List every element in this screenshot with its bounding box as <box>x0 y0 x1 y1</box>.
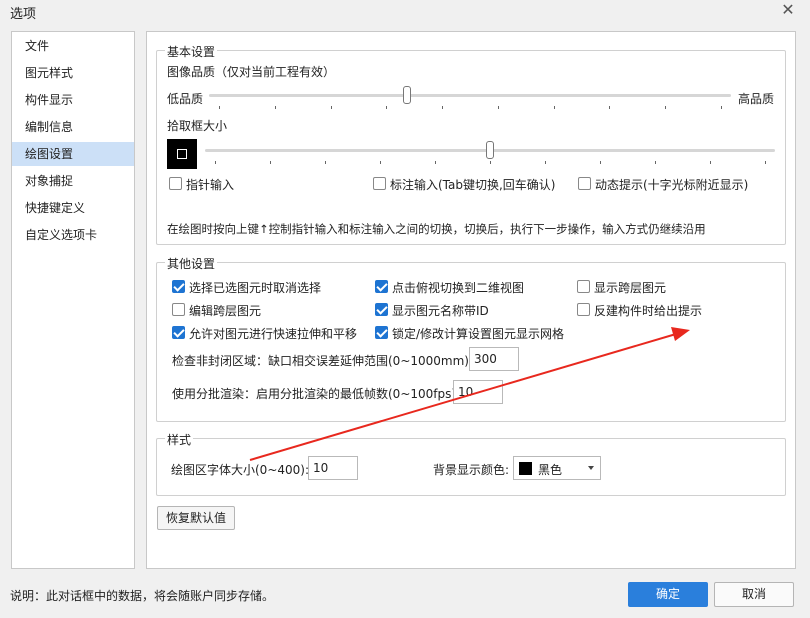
deselect-selected-label: 选择已选图元时取消选择 <box>189 281 322 295</box>
quick-stretch-label: 允许对图元进行快速拉伸和平移 <box>189 327 358 341</box>
slider-tick <box>490 161 491 164</box>
pick-box-slider-thumb[interactable] <box>486 141 494 159</box>
slider-tick <box>545 161 546 164</box>
batch-render-label: 使用分批渲染：启用分批渲染的最低帧数(0~100fps): <box>172 387 461 401</box>
style-legend: 样式 <box>165 431 194 448</box>
slider-tick <box>609 106 611 109</box>
ok-button[interactable]: 确定 <box>628 582 708 607</box>
lock-grid-checkbox[interactable] <box>375 326 388 339</box>
basic-settings-group: 基本设置 图像品质（仅对当前工程有效） 低品质 高品质 拾取框大小 指针输入 标… <box>156 43 786 245</box>
nav-item-drawing-settings[interactable]: 绘图设置 <box>12 142 134 166</box>
font-size-input[interactable]: 10 <box>308 456 358 480</box>
dynamic-hint-label: 动态提示(十字光标附近显示) <box>595 178 749 192</box>
deselect-selected-checkbox[interactable] <box>172 280 185 293</box>
pick-box-label: 拾取框大小 <box>167 119 228 133</box>
dimension-input-label: 标注输入(Tab键切换,回车确认) <box>390 178 556 192</box>
slider-tick <box>655 161 656 164</box>
chevron-down-icon <box>588 466 594 470</box>
nav-item-object-snap[interactable]: 对象捕捉 <box>12 169 134 193</box>
gap-range-input[interactable]: 300 <box>469 347 519 371</box>
image-quality-slider-thumb[interactable] <box>403 86 412 104</box>
slider-tick <box>600 161 601 164</box>
high-quality-label: 高品质 <box>738 92 775 106</box>
pointer-input-label: 指针输入 <box>186 178 235 192</box>
dynamic-hint-checkbox[interactable] <box>578 177 591 190</box>
options-nav: 文件 图元样式 构件显示 编制信息 绘图设置 对象捕捉 快捷键定义 自定义选项卡 <box>11 31 135 569</box>
pointer-input-checkbox[interactable] <box>169 177 182 190</box>
nav-item-shortcut[interactable]: 快捷键定义 <box>12 196 134 220</box>
other-settings-legend: 其他设置 <box>165 255 218 272</box>
slider-tick <box>442 106 444 109</box>
nav-item-file[interactable]: 文件 <box>12 34 134 58</box>
slider-tick <box>219 106 220 109</box>
bg-color-label: 背景显示颜色: <box>433 463 510 477</box>
dimension-input-checkbox[interactable] <box>373 177 386 190</box>
show-cross-layer-checkbox[interactable] <box>577 280 590 293</box>
quick-stretch-checkbox[interactable] <box>172 326 185 339</box>
slider-tick <box>665 106 667 109</box>
nav-item-custom-tab[interactable]: 自定义选项卡 <box>12 223 134 247</box>
style-group: 样式 绘图区字体大小(0~400): 10 背景显示颜色: 黑色 <box>156 431 786 496</box>
cancel-button[interactable]: 取消 <box>714 582 794 607</box>
slider-tick <box>553 106 555 109</box>
bg-color-value: 黑色 <box>538 463 563 477</box>
show-cross-layer-label: 显示跨层图元 <box>594 281 667 295</box>
slider-tick <box>330 106 332 109</box>
bg-color-swatch <box>519 462 532 475</box>
basic-settings-legend: 基本设置 <box>165 43 218 60</box>
show-name-with-id-label: 显示图元名称带ID <box>392 304 489 318</box>
slider-tick <box>710 161 711 164</box>
input-switch-hint: 在绘图时按向上键↑控制指针输入和标注输入之间的切换，切换后，执行下一步操作，输入… <box>167 222 706 236</box>
settings-panel: 基本设置 图像品质（仅对当前工程有效） 低品质 高品质 拾取框大小 指针输入 标… <box>146 31 796 569</box>
image-quality-label: 图像品质（仅对当前工程有效） <box>167 65 336 79</box>
top-view-2d-label: 点击俯视切换到二维视图 <box>392 281 525 295</box>
image-quality-slider-track[interactable] <box>209 94 731 97</box>
low-quality-label: 低品质 <box>167 92 204 106</box>
edit-cross-layer-label: 编辑跨层图元 <box>189 304 262 318</box>
slider-tick <box>386 106 388 109</box>
font-size-label: 绘图区字体大小(0~400): <box>171 463 310 477</box>
window-title: 选项 <box>10 7 37 22</box>
min-fps-input[interactable]: 10 <box>453 380 503 404</box>
pick-box-square <box>177 149 187 159</box>
restore-defaults-button[interactable]: 恢复默认值 <box>157 506 235 530</box>
slider-tick <box>765 161 766 164</box>
slider-tick <box>380 161 381 164</box>
bg-color-select[interactable]: 黑色 <box>513 456 601 480</box>
slider-tick <box>435 161 436 164</box>
pick-box-preview <box>167 139 197 169</box>
slider-tick <box>721 106 722 109</box>
top-view-2d-checkbox[interactable] <box>375 280 388 293</box>
edit-cross-layer-checkbox[interactable] <box>172 303 185 316</box>
nav-item-element-style[interactable]: 图元样式 <box>12 61 134 85</box>
nav-item-component-display[interactable]: 构件显示 <box>12 88 134 112</box>
slider-tick <box>215 161 216 164</box>
reverse-build-hint-checkbox[interactable] <box>577 303 590 316</box>
lock-grid-label: 锁定/修改计算设置图元显示网格 <box>392 327 565 341</box>
show-name-with-id-checkbox[interactable] <box>375 303 388 316</box>
slider-tick <box>497 106 499 109</box>
nav-item-compile-info[interactable]: 编制信息 <box>12 115 134 139</box>
footer-note: 说明：此对话框中的数据，将会随账户同步存储。 <box>10 589 275 603</box>
other-settings-group: 其他设置 选择已选图元时取消选择 点击俯视切换到二维视图 显示跨层图元 编辑跨层… <box>156 255 786 422</box>
slider-tick <box>274 106 276 109</box>
close-icon[interactable]: ✕ <box>778 0 798 20</box>
reverse-build-hint-label: 反建构件时给出提示 <box>594 304 703 318</box>
slider-tick <box>270 161 271 164</box>
slider-tick <box>325 161 326 164</box>
gap-check-label: 检查非封闭区域：缺口相交误差延伸范围(0~1000mm): <box>172 354 474 368</box>
